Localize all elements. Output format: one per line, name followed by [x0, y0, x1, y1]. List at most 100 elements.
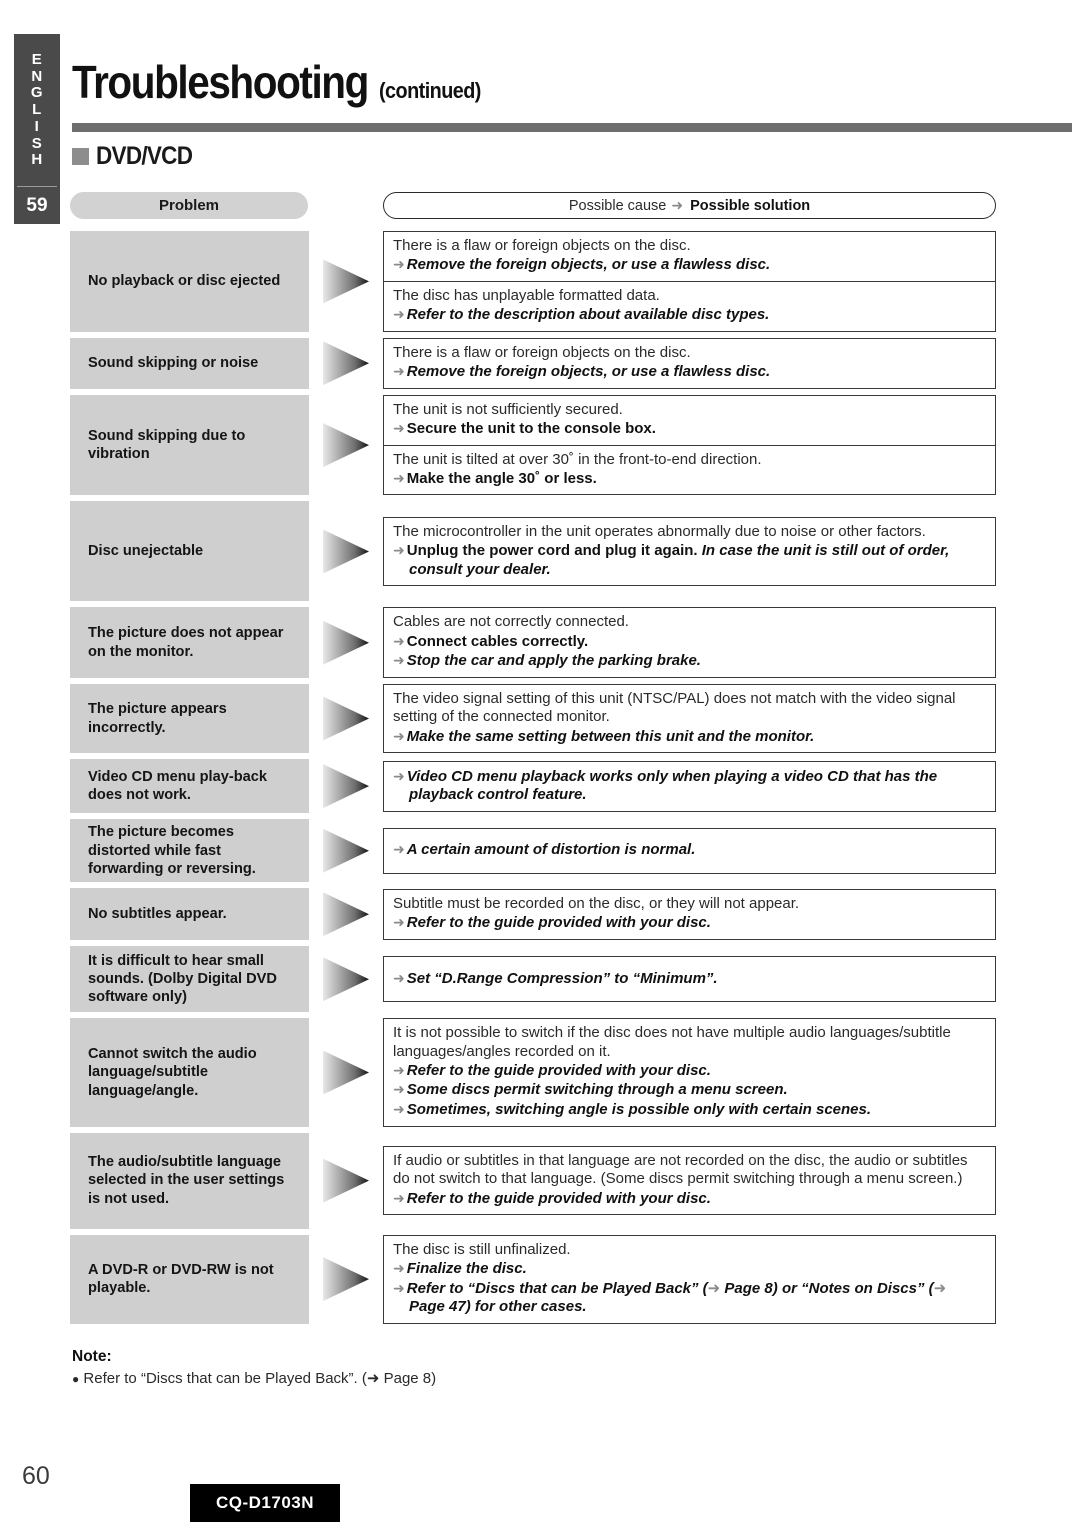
row-arrow-cell [309, 819, 383, 882]
solution-label: Some discs permit switching through a me… [406, 1081, 788, 1099]
solution-cell: The unit is not sufficiently secured. ➜ Se… [383, 394, 996, 496]
problem-label: The picture does not appear on the monit… [88, 625, 284, 660]
table-row: The picture becomes distorted while fast… [0, 819, 1080, 883]
language-tab-page-number: 59 [26, 194, 48, 216]
solution-text: ➜ Set “D.Range Compression” to “Minimum”. [393, 970, 986, 989]
solution-label: Secure the unit to the console box. [406, 419, 656, 437]
solution-label: Make the same setting between this unit … [406, 727, 815, 745]
inline-arrow-icon: ➜ [707, 1279, 721, 1297]
problem-cell: No playback or disc ejected [70, 231, 309, 332]
solution-label: Sometimes, switching angle is possible o… [406, 1101, 872, 1119]
problem-label: A DVD-R or DVD-RW is not playable. [88, 1261, 274, 1297]
problem-cell: A DVD-R or DVD-RW is not playable. [70, 1234, 309, 1324]
arrow-right-icon: ➜ [393, 1189, 405, 1206]
arrow-right-icon: ➜ [393, 469, 405, 486]
solution-label: Video CD menu playback works only when p… [406, 767, 938, 804]
arrow-right-icon: ➜ [393, 306, 405, 323]
solution-label: Refer to the guide provided with your di… [406, 1061, 711, 1079]
column-header-problem-label: Problem [158, 197, 219, 214]
solution-label: Refer to “Discs that can be Played Back”… [406, 1279, 947, 1316]
problem-label: Sound skipping or noise [88, 355, 259, 372]
column-header-cause-label: Possible cause [568, 197, 667, 214]
solution-text: ➜ Sometimes, switching angle is possible … [393, 1101, 986, 1120]
language-letter: G [30, 84, 44, 102]
solution-text: ➜ Refer to the guide provided with your d… [393, 1062, 986, 1081]
problem-cell: Sound skipping due to vibration [70, 394, 309, 496]
triangle-right-icon [323, 423, 369, 468]
table-row: The picture does not appear on the monit… [0, 607, 1080, 678]
table-row: A DVD-R or DVD-RW is not playable. The di… [0, 1234, 1080, 1324]
page-title-suffix: (continued) [379, 78, 482, 103]
triangle-right-icon [323, 828, 369, 873]
solution-label: Remove the foreign objects, or use a fla… [406, 256, 771, 274]
cause-solution-box: If audio or subtitles in that language a… [383, 1146, 996, 1216]
cause-solution-box: ➜ Video CD menu playback works only when … [383, 760, 996, 812]
arrow-right-icon: ➜ [393, 841, 405, 858]
cause-text: The unit is not sufficiently secured. [393, 400, 623, 418]
problem-cell: It is difficult to hear small sounds. (D… [70, 946, 309, 1013]
cause-solution-box: The disc is still unfinalized. ➜ Finalize … [383, 1234, 996, 1324]
table-row: Sound skipping or noise There is a flaw o… [0, 337, 1080, 389]
solution-cell: ➜ Video CD menu playback works only when … [383, 759, 996, 813]
cause-text: The disc is still unfinalized. [393, 1240, 571, 1258]
solution-label: Finalize the disc. [406, 1259, 527, 1277]
cause-text: The video signal setting of this unit (N… [393, 689, 956, 726]
problem-cell: The audio/subtitle language selected in … [70, 1132, 309, 1229]
cause-text: Cables are not correctly connected. [393, 613, 629, 631]
problem-cell: Sound skipping or noise [70, 337, 309, 389]
arrow-right-icon: ➜ [393, 632, 405, 649]
table-row: Sound skipping due to vibration The unit … [0, 394, 1080, 496]
column-header-problem: Problem [70, 192, 308, 219]
note-body-text: Refer to “Discs that can be Played Back”… [83, 1370, 437, 1387]
model-badge: CQ-D1703N [190, 1484, 340, 1522]
cause-solution-box: ➜ Set “D.Range Compression” to “Minimum”. [383, 956, 996, 1003]
language-letter: E [31, 50, 43, 68]
solution-label: Refer to the guide provided with your di… [406, 1189, 711, 1207]
solution-text: ➜ Video CD menu playback works only when … [393, 768, 986, 805]
row-arrow-cell [309, 684, 383, 753]
note-heading: Note: [72, 1348, 112, 1365]
row-arrow-cell [309, 946, 383, 1012]
solution-label: A certain amount of distortion is normal… [406, 841, 696, 859]
solution-cell: The microcontroller in the unit operates… [383, 501, 996, 601]
row-arrow-cell [309, 338, 383, 389]
solution-text: ➜ Make the angle 30˚ or less. [393, 470, 986, 489]
arrow-right-icon: ➜ [393, 652, 405, 669]
solution-text: ➜ Refer to the description about availabl… [393, 306, 986, 325]
problem-cell: No subtitles appear. [70, 888, 309, 941]
cause-text: The unit is tilted at over 30˚ in the fr… [393, 450, 762, 468]
solution-label: Set “D.Range Compression” to “Minimum”. [406, 969, 718, 987]
problem-label: It is difficult to hear small sounds. (D… [88, 952, 277, 1006]
arrow-right-icon: ➜ [671, 197, 684, 213]
cause-solution-box: ➜ A certain amount of distortion is norma… [383, 827, 996, 874]
cause-solution-box: The video signal setting of this unit (N… [383, 683, 996, 754]
arrow-right-icon: ➜ [393, 1259, 405, 1276]
solution-text: ➜ Remove the foreign objects, or use a fl… [393, 363, 986, 382]
problem-label: Video CD menu play-back does not work. [88, 768, 267, 804]
problem-label: No playback or disc ejected [88, 273, 281, 290]
solution-cell: Subtitle must be recorded on the disc, o… [383, 888, 996, 940]
problem-label: The picture appears incorrectly. [88, 701, 227, 736]
column-header-solution-label: Possible solution [690, 197, 811, 214]
arrow-right-icon: ➜ [393, 1081, 405, 1098]
row-arrow-cell [309, 395, 383, 496]
arrow-right-icon: ➜ [393, 363, 405, 380]
solution-text: ➜ Remove the foreign objects, or use a fl… [393, 256, 986, 275]
section-heading-label: DVD/VCD [96, 142, 193, 170]
solution-cell: The video signal setting of this unit (N… [383, 683, 996, 754]
solution-text: ➜ Connect cables correctly. [393, 633, 986, 652]
solution-text-primary: Unplug the power cord and plug it again. [406, 542, 698, 559]
solution-text: ➜ Refer to “Discs that can be Played Back… [393, 1280, 986, 1317]
problem-cell: Disc unejectable [70, 501, 309, 602]
solution-cell: It is not possible to switch if the disc… [383, 1018, 996, 1127]
cause-solution-box: Cables are not correctly connected. ➜ Conn… [383, 607, 996, 678]
arrow-right-icon: ➜ [393, 1061, 405, 1078]
cause-text: There is a flaw or foreign objects on th… [393, 343, 691, 361]
triangle-right-icon [323, 1257, 369, 1302]
arrow-right-icon: ➜ [393, 767, 405, 784]
table-row: No subtitles appear. Subtitle must be rec… [0, 888, 1080, 941]
problem-cell: The picture appears incorrectly. [70, 683, 309, 754]
solution-text: ➜ Stop the car and apply the parking brak… [393, 652, 986, 671]
triangle-right-icon [323, 957, 369, 1002]
table-row: The picture appears incorrectly. The vide… [0, 683, 1080, 754]
